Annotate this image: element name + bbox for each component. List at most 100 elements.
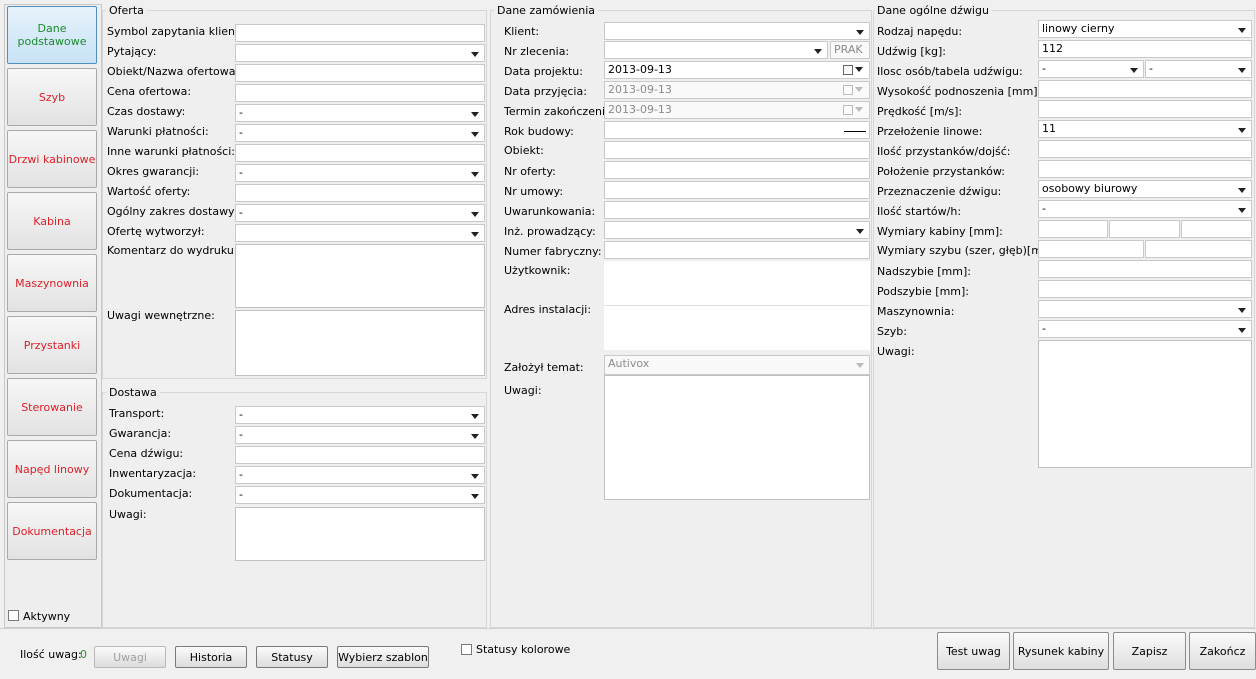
nav-dane-podstawowe[interactable]: Dane podstawowe (7, 6, 97, 64)
nr-zlecenia-dropdown[interactable] (604, 41, 828, 59)
dokumentacja-dropdown[interactable]: - (235, 486, 485, 504)
dzwig-uwagi-textarea[interactable] (1038, 340, 1252, 468)
przeznaczenie-dropdown[interactable]: osobowy biurowy (1038, 180, 1252, 198)
wysokosc-field[interactable] (1038, 80, 1252, 98)
cena-dzwigu-label: Cena dźwigu: (109, 447, 184, 460)
maszynownia-dropdown[interactable] (1038, 300, 1252, 318)
symbol-field[interactable] (235, 24, 485, 42)
nav-sterowanie[interactable]: Sterowanie (7, 378, 97, 436)
szyb-dropdown[interactable]: - (1038, 320, 1252, 338)
ilosc-przystankow-field[interactable] (1038, 140, 1252, 158)
statusy-kolorowe-checkbox[interactable] (461, 644, 472, 655)
gwarancja-dropdown[interactable]: - (235, 426, 485, 444)
aktywny-checkbox[interactable] (8, 610, 19, 621)
nav-kabina[interactable]: Kabina (7, 192, 97, 250)
nav-dokumentacja[interactable]: Dokumentacja (7, 502, 97, 560)
numer-fabryczny-label: Numer fabryczny: (504, 245, 602, 258)
wymiary-szybu-gleb-field[interactable] (1145, 240, 1252, 258)
wymiary-kabiny-wys-field[interactable] (1181, 220, 1252, 238)
footer-divider (0, 628, 1256, 629)
okres-gwarancji-dropdown[interactable]: - (235, 164, 485, 182)
test-uwag-button[interactable]: Test uwag (937, 632, 1010, 670)
predkosc-field[interactable] (1038, 100, 1252, 118)
czas-dostawy-dropdown[interactable]: - (235, 104, 485, 122)
klient-dropdown[interactable] (604, 22, 870, 40)
klient-label: Klient: (504, 25, 540, 38)
nadszybie-field[interactable] (1038, 260, 1252, 278)
cena-ofertowa-label: Cena ofertowa: (107, 85, 192, 98)
wybierz-szablon-button[interactable]: Wybierz szablon (337, 646, 429, 668)
wytworzyl-dropdown[interactable] (235, 224, 485, 242)
nr-zlecenia-label: Nr zlecenia: (504, 45, 570, 58)
ilosc-osob-label: Ilosc osób/tabela udźwigu: (877, 65, 1023, 78)
inwentaryzacja-dropdown[interactable]: - (235, 466, 485, 484)
dostawa-uwagi-textarea[interactable] (235, 507, 485, 561)
inne-warunki-field[interactable] (235, 144, 485, 162)
aktywny-label: Aktywny (23, 610, 71, 623)
przelozenie-label: Przełożenie linowe: (877, 125, 983, 138)
nr-oferty-field[interactable] (604, 161, 870, 179)
startow-dropdown[interactable]: - (1038, 200, 1252, 218)
inne-warunki-label: Inne warunki płatności: (107, 145, 235, 158)
uwagi-button[interactable]: Uwagi (94, 646, 166, 668)
termin-label: Termin zakończenia: (504, 105, 616, 118)
transport-dropdown[interactable]: - (235, 406, 485, 424)
dostawa-uwagi-label: Uwagi: (109, 508, 147, 521)
rysunek-kabiny-button[interactable]: Rysunek kabiny (1013, 632, 1109, 670)
calendar-icon[interactable] (843, 65, 853, 75)
nav-drzwi-kabinowe[interactable]: Drzwi kabinowe (7, 130, 97, 188)
uwagi-wewnetrzne-textarea[interactable] (235, 310, 485, 376)
data-projektu-field[interactable]: 2013-09-13 (604, 61, 870, 79)
chevron-down-icon[interactable] (855, 67, 863, 72)
udzwig-field[interactable]: 112 (1038, 40, 1252, 58)
uzytkownik-field[interactable] (604, 261, 870, 306)
numer-fabryczny-field[interactable] (604, 241, 870, 259)
rodzaj-napedu-dropdown[interactable]: linowy cierny (1038, 20, 1252, 38)
obiekt-z-field[interactable] (604, 141, 870, 159)
wymiary-szybu-szer-field[interactable] (1038, 240, 1144, 258)
obiekt-field[interactable] (235, 64, 485, 82)
zakres-dropdown[interactable]: - (235, 204, 485, 222)
komentarz-textarea[interactable] (235, 244, 485, 308)
zapisz-button[interactable]: Zapisz (1113, 632, 1186, 670)
zamowienie-uwagi-textarea[interactable] (604, 375, 870, 500)
data-przyjecia-label: Data przyjęcia: (504, 85, 587, 98)
nr-oferty-label: Nr oferty: (504, 165, 556, 178)
rok-budowy-field[interactable] (604, 121, 870, 139)
statusy-button[interactable]: Statusy (256, 646, 328, 668)
nav-przystanki[interactable]: Przystanki (7, 316, 97, 374)
podszybie-field[interactable] (1038, 280, 1252, 298)
pytajacy-label: Pytający: (107, 45, 157, 58)
nav-maszynownia[interactable]: Maszynownia (7, 254, 97, 312)
cena-ofertowa-field[interactable] (235, 84, 485, 102)
polozenie-label: Położenie przystanków: (877, 165, 1006, 178)
pytajacy-dropdown[interactable] (235, 44, 485, 62)
zamowienie-uwagi-label: Uwagi: (504, 384, 542, 397)
udzwig-label: Udźwig [kg]: (877, 45, 946, 58)
przelozenie-dropdown[interactable]: 11 (1038, 120, 1252, 138)
obiekt-z-label: Obiekt: (504, 144, 544, 157)
adres-field[interactable] (604, 306, 870, 350)
uwarunkowania-field[interactable] (604, 201, 870, 219)
warunki-dropdown[interactable]: - (235, 124, 485, 142)
data-projektu-label: Data projektu: (504, 65, 583, 78)
statusy-kolorowe-label: Statusy kolorowe (476, 643, 571, 656)
nav-naped-linowy[interactable]: Napęd linowy (7, 440, 97, 498)
nav-szyb[interactable]: Szyb (7, 68, 97, 126)
ilosc-osob-dropdown[interactable]: - (1038, 60, 1144, 78)
prak-field[interactable]: PRAK (830, 41, 870, 59)
podszybie-label: Podszybie [mm]: (877, 285, 969, 298)
sidebar: Dane podstawowe Szyb Drzwi kabinowe Kabi… (4, 4, 102, 628)
historia-button[interactable]: Historia (175, 646, 247, 668)
zakoncz-button[interactable]: Zakończ (1189, 632, 1256, 670)
nr-umowy-field[interactable] (604, 181, 870, 199)
tabela-udzwigu-dropdown[interactable]: - (1145, 60, 1252, 78)
zakres-label: Ogólny zakres dostawy: (107, 205, 238, 218)
cena-dzwigu-field[interactable] (235, 446, 485, 464)
obiekt-label: Obiekt/Nazwa ofertowa: (107, 65, 240, 78)
polozenie-field[interactable] (1038, 160, 1252, 178)
wartosc-field[interactable] (235, 184, 485, 202)
wymiary-kabiny-gleb-field[interactable] (1109, 220, 1180, 238)
inz-prowadzacy-dropdown[interactable] (604, 221, 870, 239)
wymiary-kabiny-szer-field[interactable] (1038, 220, 1108, 238)
